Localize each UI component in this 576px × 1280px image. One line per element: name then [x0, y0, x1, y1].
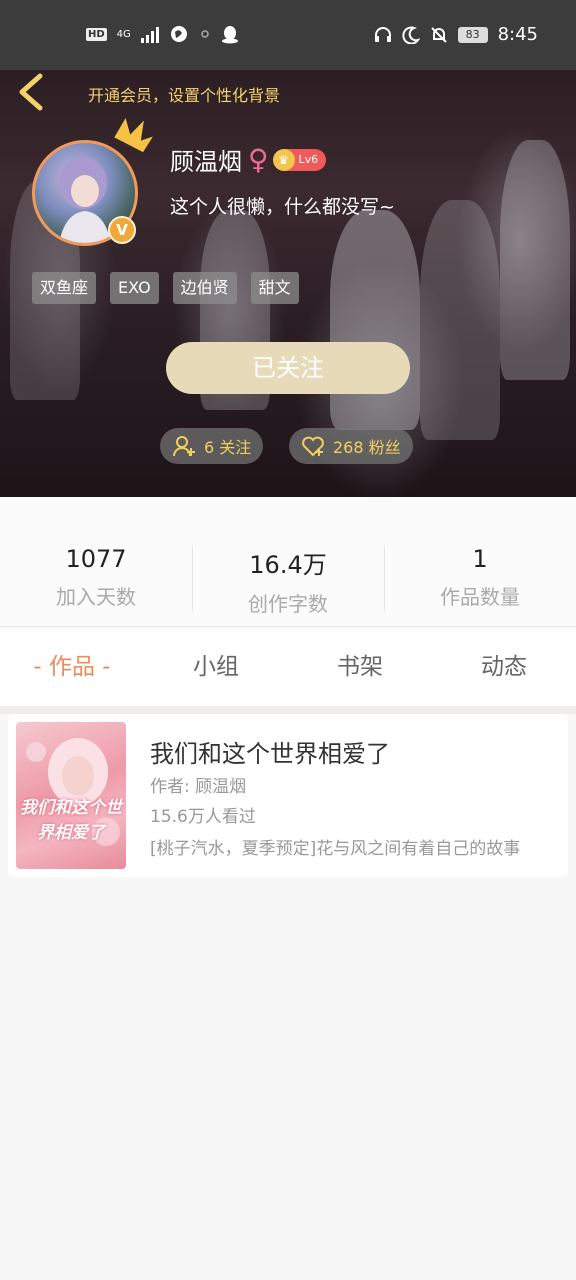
- status-left: HD 4G: [86, 24, 239, 44]
- stat-label: 加入天数: [56, 585, 136, 609]
- tag-list: 双鱼座 EXO 边伯贤 甜文: [32, 272, 299, 304]
- stat-label: 创作字数: [248, 592, 328, 616]
- background-figure: [500, 140, 570, 380]
- status-right: 83 8:45: [374, 24, 538, 45]
- profile-header: 开通会员，设置个性化背景 V 顾温烟 ♀ ♛ Lv6 这个人很懒，什么都没写~ …: [0, 60, 576, 497]
- network-label: 4G: [116, 28, 131, 40]
- avatar-container[interactable]: V: [32, 118, 153, 246]
- book-author: 作者: 顾温烟: [150, 777, 247, 797]
- book-description: [桃子汽水，夏季预定]花与风之间有着自己的故事: [150, 839, 521, 859]
- tag-item[interactable]: 双鱼座: [32, 272, 97, 304]
- stat-label: 作品数量: [440, 585, 520, 609]
- tab-bar: - 作品 - 小组 书架 动态: [0, 628, 576, 706]
- background-figure: [420, 200, 500, 440]
- signal-icon: [140, 25, 159, 43]
- username: 顾温烟: [170, 148, 242, 176]
- book-title[interactable]: 我们和这个世界相爱了: [150, 734, 390, 769]
- vip-background-link[interactable]: 开通会员，设置个性化背景: [88, 82, 280, 106]
- fans-count: 268 粉丝: [333, 438, 401, 457]
- battery-icon: 83: [457, 26, 488, 43]
- user-bio: 这个人很懒，什么都没写~: [170, 196, 395, 218]
- fans-button[interactable]: 268 粉丝: [289, 428, 413, 464]
- tab-bookshelf[interactable]: 书架: [288, 628, 432, 706]
- book-views: 15.6万人看过: [150, 807, 256, 827]
- stat-value: 16.4万: [249, 551, 327, 579]
- data-saver-icon: [201, 30, 209, 38]
- back-button[interactable]: [14, 72, 48, 112]
- stat-works: 1 作品数量: [384, 497, 576, 626]
- tab-groups[interactable]: 小组: [144, 628, 288, 706]
- stat-words: 16.4万 创作字数: [192, 497, 384, 626]
- divider: [0, 706, 576, 714]
- level-crown-icon: ♛: [272, 148, 295, 171]
- following-count: 6 关注: [204, 438, 252, 457]
- tab-works[interactable]: - 作品 -: [0, 628, 144, 706]
- clock: 8:45: [497, 24, 538, 45]
- username-row: 顾温烟 ♀ ♛ Lv6: [170, 142, 327, 177]
- status-bar: HD 4G 83 8:45: [0, 0, 576, 70]
- qq-icon: [221, 26, 238, 44]
- verified-badge: V: [108, 216, 136, 244]
- level-badge: ♛ Lv6: [272, 148, 327, 171]
- book-card[interactable]: 我们和这个世界相爱了 我们和这个世界相爱了 作者: 顾温烟 15.6万人看过 […: [8, 714, 568, 877]
- tag-item[interactable]: EXO: [110, 272, 159, 304]
- stat-value: 1077: [65, 545, 127, 573]
- bell-off-icon: [430, 26, 447, 43]
- heart-icon: [302, 436, 324, 457]
- stat-value: 1: [472, 545, 488, 573]
- level-text: Lv6: [298, 153, 319, 166]
- tag-item[interactable]: 边伯贤: [172, 272, 237, 304]
- book-cover[interactable]: 我们和这个世界相爱了: [16, 722, 126, 869]
- stats-row: 1077 加入天数 16.4万 创作字数 1 作品数量: [0, 497, 576, 627]
- tab-activity[interactable]: 动态: [432, 628, 576, 706]
- crown-icon: [114, 118, 153, 153]
- following-button[interactable]: 6 关注: [160, 428, 264, 464]
- vpn-icon: [170, 26, 187, 42]
- female-icon: ♀: [248, 142, 269, 176]
- tag-item[interactable]: 甜文: [250, 272, 299, 304]
- stat-days: 1077 加入天数: [0, 497, 192, 626]
- headphones-icon: [374, 26, 391, 42]
- hd-icon: HD: [86, 27, 107, 41]
- background-photo: [330, 210, 420, 430]
- profile-page: HD 4G 83 8:45 开通会员，设置个性化背景 V 顾温烟 ♀ ♛ Lv6…: [0, 0, 576, 1280]
- cover-title: 我们和这个世界相爱了: [20, 798, 122, 843]
- follow-button[interactable]: 已关注: [166, 342, 410, 394]
- moon-icon: [401, 26, 420, 44]
- user-add-icon: [173, 436, 195, 457]
